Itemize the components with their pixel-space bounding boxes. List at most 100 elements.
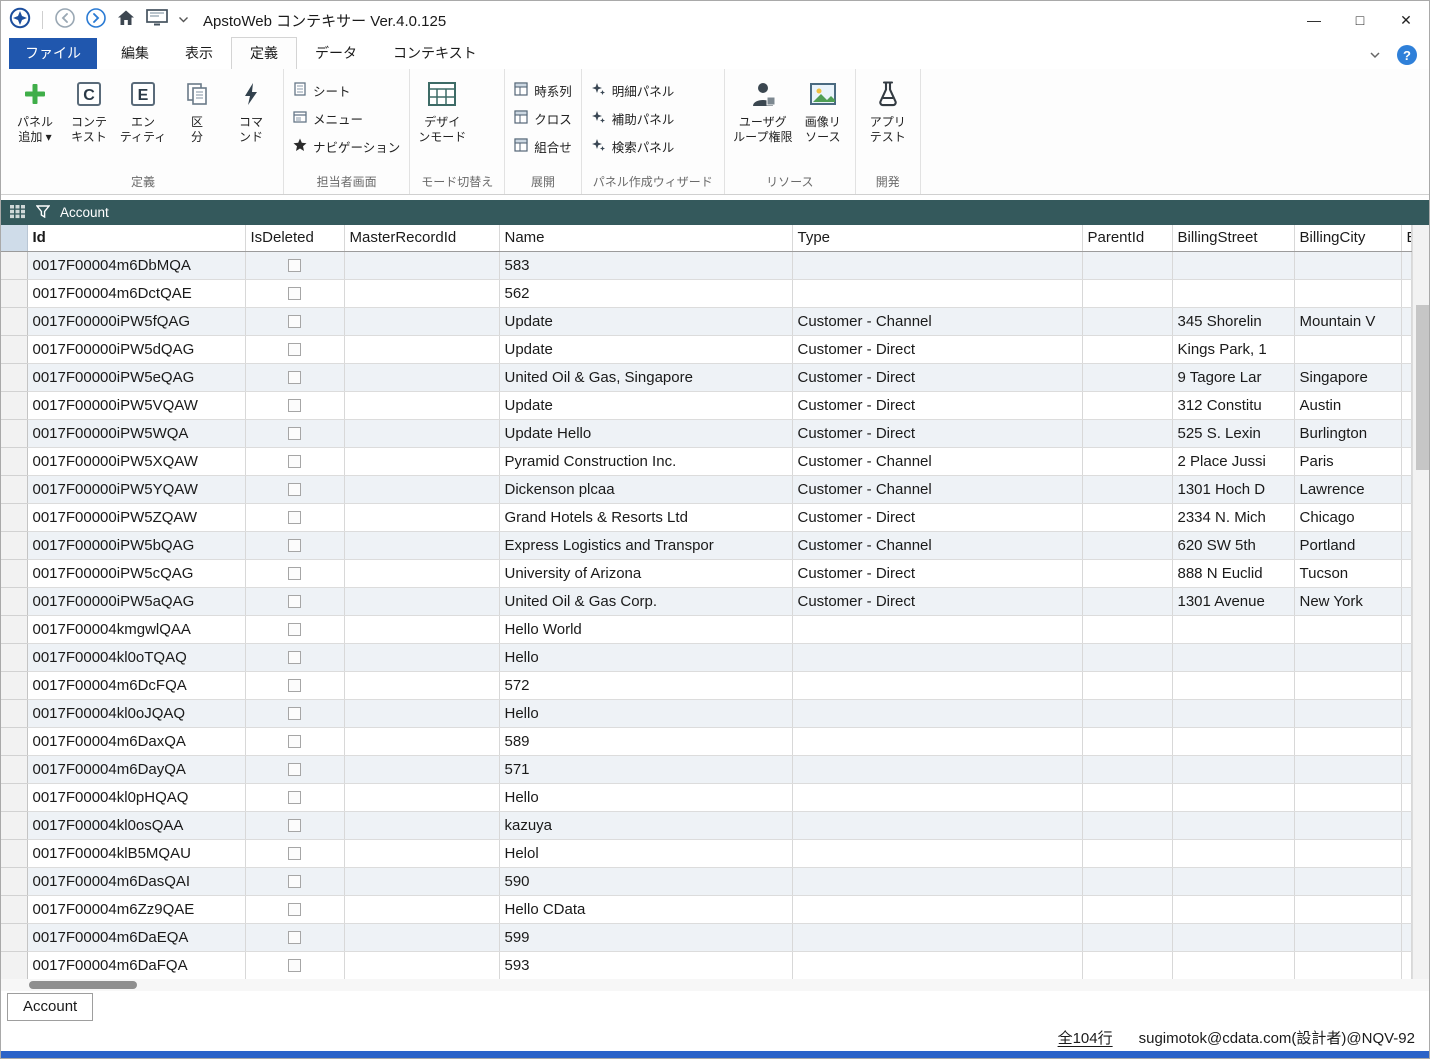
cell-partial[interactable] [1401, 867, 1411, 895]
cell-billingcity[interactable] [1294, 783, 1401, 811]
cell-billingcity[interactable] [1294, 671, 1401, 699]
column-header-masterrecordid[interactable]: MasterRecordId [344, 225, 499, 251]
forward-icon[interactable] [85, 7, 107, 34]
cell-id[interactable]: 0017F00000iPW5XQAW [27, 447, 245, 475]
cell-name[interactable]: Express Logistics and Transpor [499, 531, 792, 559]
row-selector[interactable] [1, 559, 27, 587]
cell-partial[interactable] [1401, 475, 1411, 503]
cell-name[interactable]: Dickenson plcaa [499, 475, 792, 503]
isdeleted-checkbox[interactable] [288, 847, 301, 860]
table-row[interactable]: 0017F00004m6DaxQA 589 [1, 727, 1411, 755]
isdeleted-checkbox[interactable] [288, 343, 301, 356]
isdeleted-checkbox[interactable] [288, 959, 301, 972]
cell-partial[interactable] [1401, 391, 1411, 419]
cell-type[interactable] [792, 811, 1082, 839]
cell-masterrecordid[interactable] [344, 475, 499, 503]
cell-type[interactable]: Customer - Direct [792, 363, 1082, 391]
isdeleted-checkbox[interactable] [288, 539, 301, 552]
cell-name[interactable]: Pyramid Construction Inc. [499, 447, 792, 475]
row-selector[interactable] [1, 755, 27, 783]
grid-view-icon[interactable] [9, 204, 26, 222]
cell-billingcity[interactable]: Portland [1294, 531, 1401, 559]
cell-id[interactable]: 0017F00000iPW5bQAG [27, 531, 245, 559]
cell-parentid[interactable] [1082, 335, 1172, 363]
isdeleted-checkbox[interactable] [288, 483, 301, 496]
cell-billingcity[interactable]: Chicago [1294, 503, 1401, 531]
row-selector[interactable] [1, 447, 27, 475]
close-button[interactable]: ✕ [1383, 1, 1429, 39]
cell-billingstreet[interactable] [1172, 755, 1294, 783]
isdeleted-checkbox[interactable] [288, 315, 301, 328]
cell-type[interactable]: Customer - Channel [792, 307, 1082, 335]
cell-billingstreet[interactable] [1172, 895, 1294, 923]
cell-billingcity[interactable] [1294, 755, 1401, 783]
cell-partial[interactable] [1401, 419, 1411, 447]
cell-parentid[interactable] [1082, 671, 1172, 699]
cell-billingcity[interactable] [1294, 279, 1401, 307]
table-row[interactable]: 0017F00004m6DctQAE 562 [1, 279, 1411, 307]
cell-name[interactable]: Hello [499, 699, 792, 727]
cell-id[interactable]: 0017F00004kmgwlQAA [27, 615, 245, 643]
cell-name[interactable]: kazuya [499, 811, 792, 839]
isdeleted-checkbox[interactable] [288, 651, 301, 664]
cell-billingstreet[interactable]: 345 Shorelin [1172, 307, 1294, 335]
cell-id[interactable]: 0017F00000iPW5aQAG [27, 587, 245, 615]
cell-parentid[interactable] [1082, 531, 1172, 559]
table-row[interactable]: 0017F00004klB5MQAU Helol [1, 839, 1411, 867]
table-row[interactable]: 0017F00004kl0pHQAQ Hello [1, 783, 1411, 811]
cell-partial[interactable] [1401, 839, 1411, 867]
cell-partial[interactable] [1401, 923, 1411, 951]
cell-parentid[interactable] [1082, 419, 1172, 447]
isdeleted-checkbox[interactable] [288, 455, 301, 468]
cell-parentid[interactable] [1082, 251, 1172, 279]
table-row[interactable]: 0017F00004kmgwlQAA Hello World [1, 615, 1411, 643]
cell-masterrecordid[interactable] [344, 335, 499, 363]
minimize-button[interactable]: — [1291, 1, 1337, 39]
cell-name[interactable]: 593 [499, 951, 792, 979]
cell-id[interactable]: 0017F00004m6DaEQA [27, 923, 245, 951]
isdeleted-checkbox[interactable] [288, 903, 301, 916]
row-selector[interactable] [1, 727, 27, 755]
cell-type[interactable]: Customer - Channel [792, 475, 1082, 503]
cell-id[interactable]: 0017F00004klB5MQAU [27, 839, 245, 867]
table-row[interactable]: 0017F00004m6Zz9QAE Hello CData [1, 895, 1411, 923]
cell-billingcity[interactable]: Mountain V [1294, 307, 1401, 335]
isdeleted-checkbox[interactable] [288, 679, 301, 692]
cell-type[interactable] [792, 923, 1082, 951]
cell-type[interactable] [792, 867, 1082, 895]
cell-billingcity[interactable] [1294, 923, 1401, 951]
help-button[interactable]: ? [1397, 45, 1417, 65]
maximize-button[interactable]: □ [1337, 1, 1383, 39]
cell-partial[interactable] [1401, 699, 1411, 727]
row-selector[interactable] [1, 307, 27, 335]
cell-id[interactable]: 0017F00000iPW5dQAG [27, 335, 245, 363]
cell-parentid[interactable] [1082, 363, 1172, 391]
row-selector[interactable] [1, 363, 27, 391]
isdeleted-checkbox[interactable] [288, 931, 301, 944]
cell-parentid[interactable] [1082, 643, 1172, 671]
cell-id[interactable]: 0017F00000iPW5fQAG [27, 307, 245, 335]
cell-billingcity[interactable] [1294, 251, 1401, 279]
cell-partial[interactable] [1401, 615, 1411, 643]
cell-id[interactable]: 0017F00000iPW5WQA [27, 419, 245, 447]
category-button[interactable]: 区 分 [170, 71, 224, 145]
table-row[interactable]: 0017F00000iPW5cQAG University of Arizona… [1, 559, 1411, 587]
cell-id[interactable]: 0017F00004m6DctQAE [27, 279, 245, 307]
cell-partial[interactable] [1401, 363, 1411, 391]
cell-billingstreet[interactable]: 9 Tagore Lar [1172, 363, 1294, 391]
table-row[interactable]: 0017F00000iPW5YQAW Dickenson plcaa Custo… [1, 475, 1411, 503]
row-selector[interactable] [1, 951, 27, 979]
isdeleted-checkbox[interactable] [288, 399, 301, 412]
chevron-down-icon[interactable] [178, 15, 189, 25]
column-header-billingstreet[interactable]: BillingStreet [1172, 225, 1294, 251]
cell-type[interactable] [792, 839, 1082, 867]
vertical-scrollbar-thumb[interactable] [1416, 305, 1429, 470]
cell-parentid[interactable] [1082, 699, 1172, 727]
cell-parentid[interactable] [1082, 951, 1172, 979]
isdeleted-checkbox[interactable] [288, 287, 301, 300]
ribbon-collapse-icon[interactable] [1369, 46, 1381, 64]
cell-masterrecordid[interactable] [344, 867, 499, 895]
row-selector[interactable] [1, 587, 27, 615]
cell-masterrecordid[interactable] [344, 951, 499, 979]
tab-data[interactable]: データ [297, 38, 375, 69]
